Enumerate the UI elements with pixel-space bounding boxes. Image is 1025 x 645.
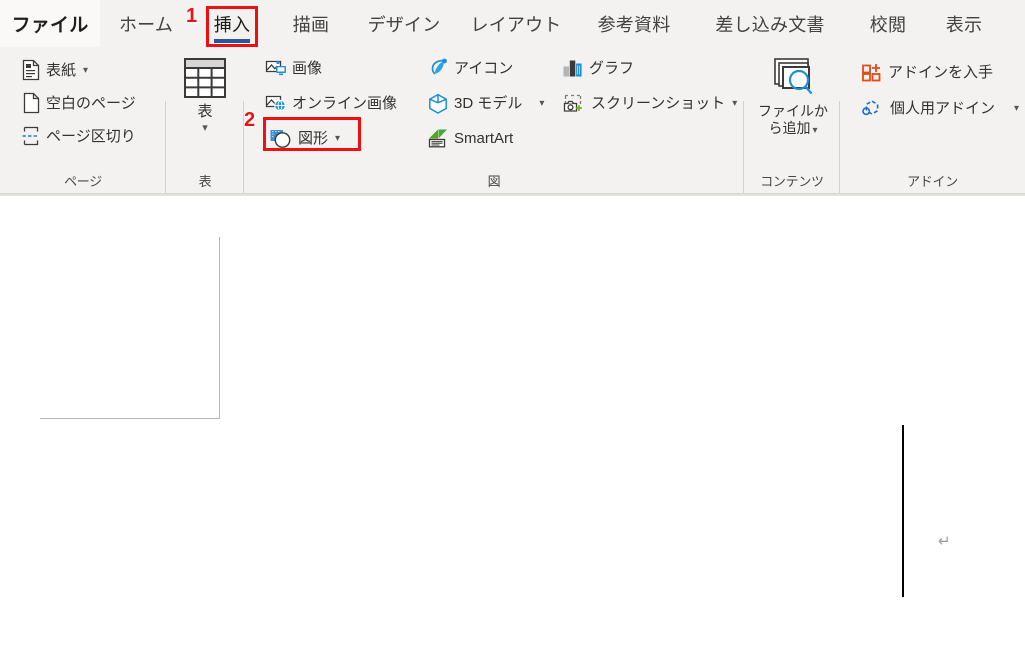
group-label-addins: アドイン [907,174,958,189]
text-boundary-vertical [219,237,220,419]
tab-insert-label: 挿入 [213,14,251,35]
tab-review-label: 校閲 [869,14,907,35]
screenshot-label: スクリーンショット [591,94,726,112]
online-picture-icon [265,93,287,113]
shapes-button[interactable]: 図形 ▾ [266,125,343,151]
word-window: ファイル ホーム 挿入 描画 デザイン レイアウト 参考資料 差し込み文書 校閲… [0,0,1025,645]
tab-design-label: デザイン [367,14,441,35]
page-break-icon [21,125,41,147]
tab-view[interactable]: 表示 [938,0,990,47]
page-break-label: ページ区切り [46,127,136,145]
my-addins-icon [861,98,885,118]
cover-page-icon [21,59,41,81]
table-button[interactable]: 表 ▾ [173,55,237,134]
table-icon [182,55,228,101]
tab-view-label: 表示 [945,14,983,35]
chevron-down-icon[interactable]: ▾ [812,125,817,136]
ribbon-group-addins: アドインを入手 個人用アドイン ▾ アドイン [840,47,1025,193]
3d-model-icon [427,93,449,114]
blank-page-button[interactable]: 空白のページ [18,90,139,116]
get-addins-button[interactable]: アドインを入手 [858,59,996,85]
picture-label: 画像 [292,59,323,77]
tab-draw[interactable]: 描画 [282,0,340,47]
online-picture-label: オンライン画像 [292,94,398,112]
page-break-button[interactable]: ページ区切り [18,123,139,149]
annotation-number-1: 1 [186,5,198,27]
group-label-pages: ページ [64,174,102,189]
ribbon-group-illustrations: 画像 オンライン画像 図形 ▾ アイコン 3D モデル ▾ SmartArt グ… [244,47,744,223]
get-addins-label: アドインを入手 [888,63,994,81]
tab-file-label: ファイル [11,15,89,36]
chevron-down-icon[interactable]: ▾ [539,98,544,109]
text-cursor [902,425,904,597]
my-addins-button[interactable]: 個人用アドイン ▾ [858,95,1022,121]
icons-label: アイコン [454,59,514,77]
text-boundary-horizontal [40,418,220,419]
tab-mailings-label: 差し込み文書 [715,14,825,35]
my-addins-label: 個人用アドイン [890,99,996,117]
group-label-illustrations: 図 [487,174,501,189]
tab-insert-active-indicator [214,39,250,43]
tab-file[interactable]: ファイル [0,0,100,47]
chart-icon [562,58,584,78]
paragraph-mark: ↵ [938,532,951,550]
tab-mailings[interactable]: 差し込み文書 [702,0,838,47]
tab-references[interactable]: 参考資料 [590,0,678,47]
smartart-label: SmartArt [454,129,514,147]
group-label-table: 表 [198,174,212,189]
tab-review[interactable]: 校閲 [862,0,914,47]
cover-page-button[interactable]: 表紙 ▾ [18,57,91,83]
chevron-down-icon[interactable]: ▾ [202,121,208,134]
table-label: 表 [197,103,213,120]
blank-page-label: 空白のページ [46,94,136,112]
chart-label: グラフ [589,59,635,77]
tab-references-label: 参考資料 [597,14,671,35]
screenshot-icon [562,93,586,114]
group-label-content: コンテンツ [760,174,824,189]
add-from-file-icon [768,55,818,101]
tab-design[interactable]: デザイン [364,0,444,47]
3d-model-label: 3D モデル [454,94,523,112]
add-from-file-label: ファイルか ら追加 ▾ [758,103,828,136]
tab-insert[interactable]: 挿入 [206,0,258,47]
annotation-number-2: 2 [244,109,256,131]
add-from-file-button[interactable]: ファイルか ら追加 ▾ [758,55,828,139]
tab-home[interactable]: ホーム [108,0,184,47]
chevron-down-icon[interactable]: ▾ [83,65,88,76]
icons-icon [427,58,449,78]
blank-page-icon [21,92,41,114]
ribbon-group-content: ファイルか ら追加 ▾ コンテンツ [744,47,840,223]
chevron-down-icon[interactable]: ▾ [1014,103,1019,114]
get-addins-icon [861,62,883,82]
tab-draw-label: 描画 [292,14,330,35]
ribbon-group-table: 表 ▾ 表 [166,47,244,223]
chevron-down-icon[interactable]: ▾ [335,133,340,144]
tab-layout-label: レイアウト [470,14,562,35]
tab-layout[interactable]: レイアウト [468,0,564,47]
document-canvas[interactable]: パイナップル ↵ [0,196,1025,645]
ribbon: ファイル ホーム 挿入 描画 デザイン レイアウト 参考資料 差し込み文書 校閲… [0,0,1025,223]
ribbon-tab-strip: ファイル ホーム 挿入 描画 デザイン レイアウト 参考資料 差し込み文書 校閲… [0,0,1025,47]
cover-page-label: 表紙 [46,61,77,79]
chart-button[interactable]: グラフ [559,55,637,81]
smartart-button[interactable]: SmartArt [424,125,516,151]
shapes-label: 図形 [298,129,329,147]
screenshot-button[interactable]: スクリーンショット ▾ [559,90,740,116]
picture-icon [265,58,287,78]
icons-button[interactable]: アイコン [424,55,516,81]
smartart-icon [427,128,449,148]
tab-home-label: ホーム [118,14,174,35]
chevron-down-icon[interactable]: ▾ [732,98,737,109]
ribbon-group-pages: 表紙 ▾ 空白のページ ページ区切り ページ [0,47,166,223]
3d-model-button[interactable]: 3D モデル ▾ [424,90,547,116]
picture-button[interactable]: 画像 [262,55,325,81]
shapes-icon [269,128,293,149]
online-picture-button[interactable]: オンライン画像 [262,90,400,116]
